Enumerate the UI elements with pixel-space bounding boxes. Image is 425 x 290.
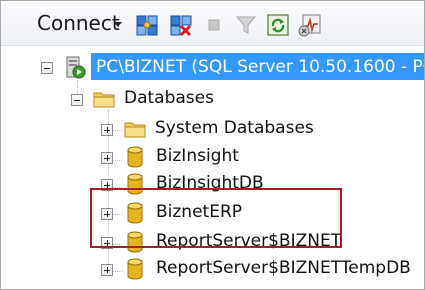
database-label[interactable]: BizInsightDB [156,171,264,195]
server-node[interactable]: PC\BIZNET (SQL Server 10.50.1600 - PC [1,48,424,80]
server-label[interactable]: PC\BIZNET (SQL Server 10.50.1600 - PC [96,55,424,79]
new-query-icon[interactable] [135,13,159,37]
filter-icon[interactable] [234,13,258,37]
database-label[interactable]: ReportServer$BIZNETTempDB [156,256,411,280]
collapse-icon[interactable] [41,62,53,74]
disconnect-icon[interactable] [169,13,193,37]
collapse-icon[interactable] [71,94,83,106]
refresh-icon[interactable] [266,13,290,37]
folder-icon [93,92,115,108]
expand-icon[interactable] [101,208,113,220]
connect-button[interactable]: Connect [37,9,120,37]
folder-icon [124,122,146,138]
databases-node[interactable]: Databases [1,86,424,114]
expand-icon[interactable] [101,264,113,276]
database-node[interactable]: BizInsight [1,144,424,172]
database-icon [127,258,143,280]
object-explorer: Connect PC\BIZNET (SQL Server 10.50.1600… [0,0,425,290]
database-node[interactable]: ReportServer$BIZNETTempDB [1,256,424,284]
system-databases-label[interactable]: System Databases [155,116,314,140]
database-label[interactable]: BiznetERP [156,200,242,224]
connect-dropdown-icon[interactable] [114,22,122,27]
expand-icon[interactable] [101,152,113,164]
database-icon [127,202,143,224]
database-node[interactable]: BizInsightDB [1,171,424,199]
database-icon [127,231,143,253]
database-icon [127,146,143,168]
stop-icon[interactable] [202,13,226,37]
object-explorer-tree: PC\BIZNET (SQL Server 10.50.1600 - PC Da… [1,48,424,288]
database-icon [127,173,143,195]
expand-icon[interactable] [101,179,113,191]
databases-label[interactable]: Databases [124,86,214,110]
database-node[interactable]: BiznetERP [1,200,424,228]
toolbar-separator [1,45,424,46]
expand-icon[interactable] [101,237,113,249]
database-node[interactable]: ReportServer$BIZNET [1,229,424,257]
expand-icon[interactable] [101,124,113,136]
database-label[interactable]: ReportServer$BIZNET [156,229,341,253]
system-databases-node[interactable]: System Databases [1,116,424,144]
object-explorer-toolbar: Connect [1,1,424,45]
activity-monitor-icon[interactable] [297,13,323,37]
server-icon [66,56,86,79]
database-label[interactable]: BizInsight [156,144,239,168]
